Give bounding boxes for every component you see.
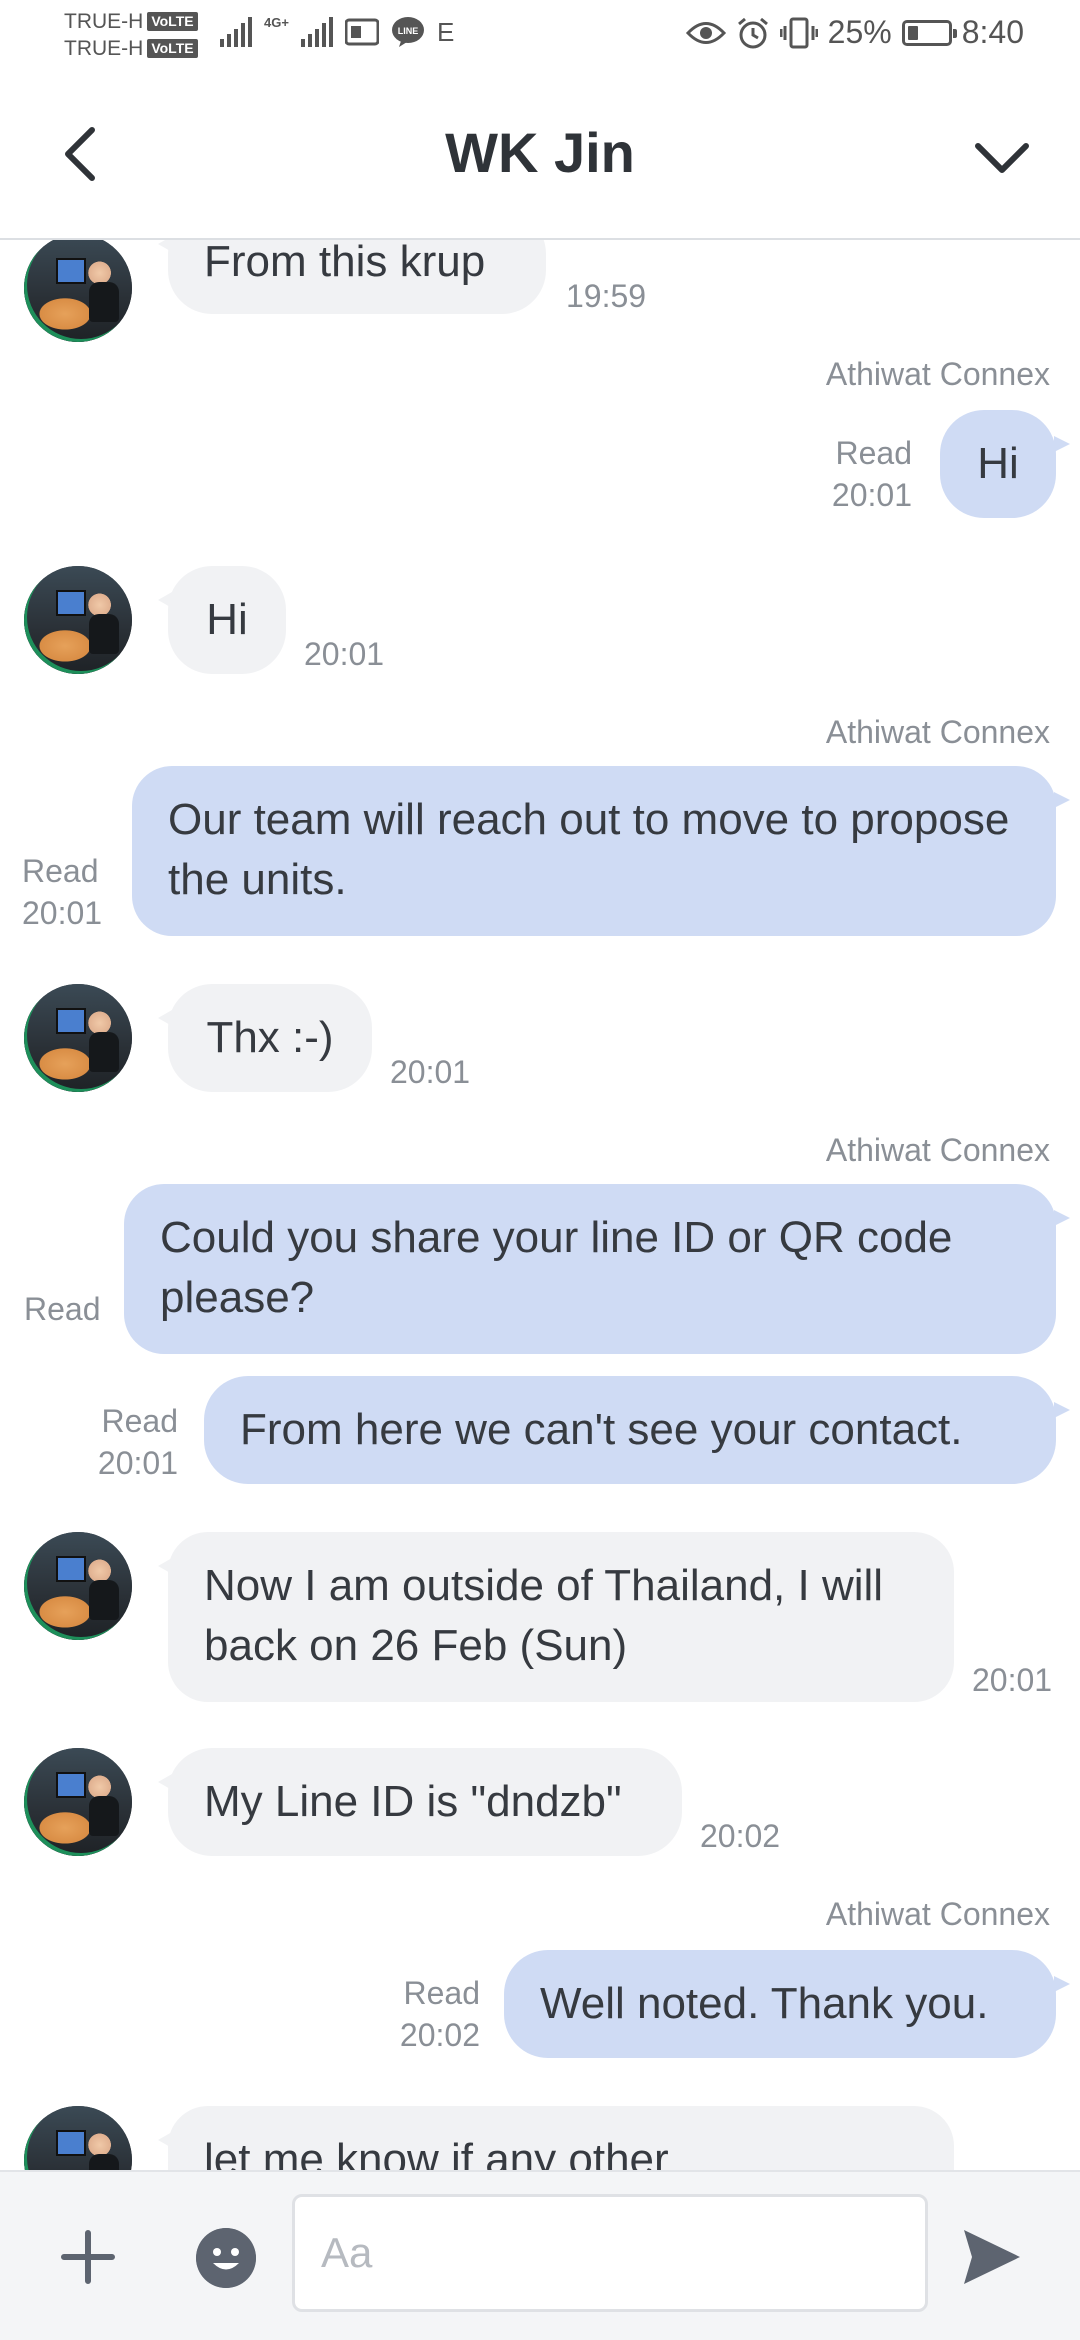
clock: 8:40	[961, 14, 1024, 50]
incoming-bubble[interactable]: let me know if any other	[158, 2106, 954, 2170]
sender-name: Athiwat Connex	[825, 356, 1050, 392]
avatar[interactable]	[24, 1532, 132, 1640]
outgoing-bubble[interactable]: Hi	[940, 410, 1070, 518]
message-time: 20:01	[304, 636, 385, 672]
carrier-info: TRUE-H VoLTE TRUE-H VoLTE	[64, 8, 198, 62]
message-time: 20:01	[972, 1662, 1053, 1698]
outgoing-bubble[interactable]: Our team will reach out to move to propo…	[132, 766, 1070, 936]
send-icon[interactable]	[956, 2222, 1026, 2292]
sender-name: Athiwat Connex	[825, 714, 1050, 750]
battery-fill	[907, 25, 918, 40]
avatar[interactable]	[24, 2106, 132, 2170]
signal-icon-2	[300, 17, 333, 47]
avatar[interactable]	[24, 1748, 132, 1856]
avatar[interactable]	[24, 240, 132, 342]
read-receipt: Read	[24, 1291, 101, 1327]
status-bar: TRUE-H VoLTE TRUE-H VoLTE 4G+ LINE E 25% 8…	[0, 0, 1080, 78]
battery-percent: 25%	[827, 14, 892, 50]
eye-icon	[685, 21, 726, 44]
alarm-icon	[737, 17, 768, 48]
incoming-bubble[interactable]: Now I am outside of Thailand, I will bac…	[158, 1532, 954, 1702]
outgoing-bubble[interactable]: Could you share your line ID or QR code …	[124, 1184, 1070, 1354]
app-notification-icon	[344, 18, 379, 46]
incoming-bubble[interactable]: From this krup	[158, 240, 546, 314]
message-time: 20:01	[390, 1054, 471, 1090]
svg-text:LINE: LINE	[398, 26, 419, 36]
message-time: 19:59	[566, 278, 647, 314]
plus-icon[interactable]	[58, 2227, 118, 2287]
composer-bar	[0, 2170, 1080, 2340]
volte-badge: VoLTE	[147, 12, 198, 31]
volte-badge-2: VoLTE	[147, 39, 198, 58]
message-input[interactable]	[292, 2194, 928, 2312]
incoming-bubble[interactable]: My Line ID is "dndzb"	[158, 1748, 682, 1856]
signal-icon	[220, 17, 252, 47]
battery-icon	[901, 19, 957, 46]
line-app-icon: LINE	[391, 17, 424, 47]
status-right: 25% 8:40	[685, 14, 1024, 51]
carrier-2: TRUE-H	[64, 37, 144, 60]
chat-title: WK Jin	[445, 121, 635, 184]
outgoing-bubble[interactable]: Well noted. Thank you.	[504, 1950, 1070, 2058]
network-type: 4G+	[264, 14, 289, 30]
incoming-bubble[interactable]: Thx :-)	[158, 984, 372, 1092]
message-time: 20:02	[700, 1818, 781, 1854]
read-receipt: Read 20:01	[831, 435, 912, 513]
sender-name: Athiwat Connex	[825, 1132, 1050, 1168]
e-icon: E	[436, 16, 455, 47]
avatar[interactable]	[24, 566, 132, 674]
vibrate-icon	[779, 17, 818, 48]
read-receipt: Read 20:02	[399, 1975, 480, 2053]
chevron-down-icon[interactable]	[972, 128, 1032, 188]
read-receipt: Read 20:01	[97, 1403, 178, 1481]
emoji-icon[interactable]	[196, 2228, 256, 2288]
avatar[interactable]	[24, 984, 132, 1092]
outgoing-bubble[interactable]: From here we can't see your contact.	[204, 1376, 1070, 1484]
status-icons: 4G+ LINE E	[220, 14, 455, 48]
sender-name: Athiwat Connex	[825, 1896, 1050, 1932]
read-receipt: Read 20:01	[22, 853, 103, 931]
message-list[interactable]: From this krup 19:59 Athiwat Connex Read…	[0, 240, 1080, 2170]
carrier-1: TRUE-H	[64, 10, 144, 33]
incoming-bubble[interactable]: Hi	[158, 566, 286, 674]
chat-header: WK Jin	[0, 78, 1080, 240]
